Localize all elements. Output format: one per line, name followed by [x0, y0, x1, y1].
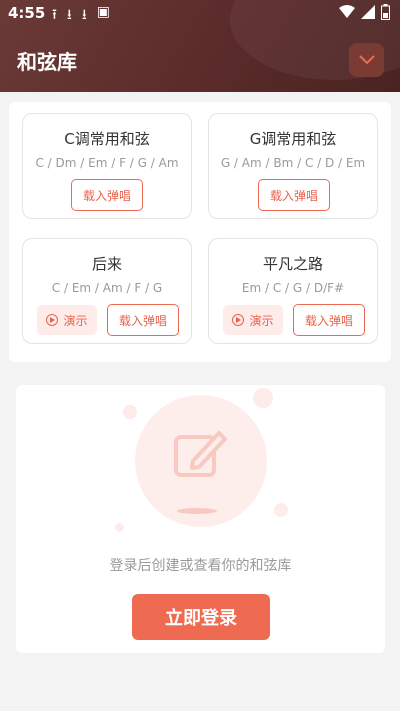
- card-title: C调常用和弦: [64, 130, 150, 148]
- play-icon: [232, 314, 245, 326]
- play-icon: [46, 314, 59, 326]
- chord-card-g-major[interactable]: G调常用和弦 G / Am / Bm / C / D / Em 载入弹唱: [208, 113, 378, 219]
- status-bar: 4:55 ⭱ ⭳ ⭳ ▣: [0, 0, 400, 28]
- load-play-button[interactable]: 载入弹唱: [258, 179, 330, 211]
- chord-cards-panel: C调常用和弦 C / Dm / Em / F / G / Am 载入弹唱 G调常…: [9, 102, 391, 362]
- signal-icon: [361, 5, 375, 19]
- edit-note-icon: [174, 431, 227, 514]
- demo-button[interactable]: 演示: [223, 305, 283, 335]
- login-button[interactable]: 立即登录: [132, 594, 270, 640]
- status-time: 4:55: [8, 4, 46, 22]
- system-icons: [339, 4, 390, 20]
- chord-card-c-major[interactable]: C调常用和弦 C / Dm / Em / F / G / Am 载入弹唱: [22, 113, 192, 219]
- card-chords: G / Am / Bm / C / D / Em: [220, 156, 366, 170]
- app-header: 4:55 ⭱ ⭳ ⭳ ▣ 和弦库: [0, 0, 400, 92]
- decor-dot: [115, 523, 124, 532]
- dropdown-button[interactable]: [349, 43, 384, 77]
- download-icon: ⭳: [66, 7, 72, 23]
- load-play-button[interactable]: 载入弹唱: [293, 304, 365, 336]
- demo-label: 演示: [249, 313, 274, 328]
- card-title: G调常用和弦: [249, 130, 337, 148]
- card-chords: C / Dm / Em / F / G / Am: [35, 156, 179, 170]
- demo-label: 演示: [63, 313, 88, 328]
- chord-card-pingfan-zhilu[interactable]: 平凡之路 Em / C / G / D/F# 演示 载入弹唱: [208, 238, 378, 344]
- app-notification-icon: ▣: [96, 4, 110, 20]
- upload-icon: ⭱: [52, 7, 57, 23]
- card-chords: C / Em / Am / F / G: [51, 281, 163, 295]
- card-title: 后来: [91, 255, 122, 273]
- card-chords: Em / C / G / D/F#: [241, 281, 345, 295]
- main-content: C调常用和弦 C / Dm / Em / F / G / Am 载入弹唱 G调常…: [0, 92, 400, 711]
- chord-card-houlai[interactable]: 后来 C / Em / Am / F / G 演示 载入弹唱: [22, 238, 192, 344]
- card-title: 平凡之路: [262, 255, 323, 273]
- login-prompt: 登录后创建或查看你的和弦库: [109, 558, 292, 574]
- login-panel: 登录后创建或查看你的和弦库 立即登录: [16, 385, 385, 653]
- chevron-down-icon: [358, 55, 375, 65]
- load-play-button[interactable]: 载入弹唱: [71, 179, 143, 211]
- notification-icons: ⭱ ⭳ ⭳ ▣: [52, 4, 110, 28]
- demo-button[interactable]: 演示: [37, 305, 97, 335]
- empty-state-illustration: [135, 395, 267, 527]
- wifi-icon: [339, 5, 355, 18]
- decor-dot: [274, 503, 288, 517]
- load-play-button[interactable]: 载入弹唱: [107, 304, 179, 336]
- download-icon: ⭳: [81, 7, 87, 23]
- page-title: 和弦库: [17, 50, 77, 74]
- battery-icon: [381, 4, 390, 20]
